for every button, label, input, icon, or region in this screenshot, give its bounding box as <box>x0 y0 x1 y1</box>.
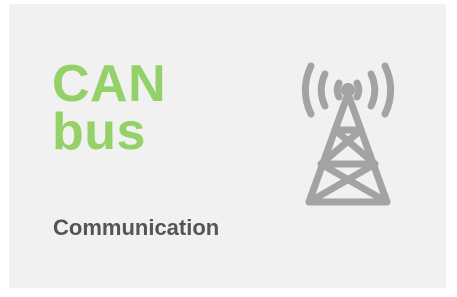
card-title-line-1: CAN <box>52 55 167 113</box>
signal-arc-middle-right <box>367 70 379 110</box>
signal-arc-outer-left <box>301 62 315 118</box>
signal-arc-inner-left <box>333 79 343 101</box>
radio-tower-icon <box>301 62 395 206</box>
card-title: CAN bus <box>52 55 167 161</box>
signal-arc-outer-right <box>381 62 395 118</box>
signal-arc-middle-left <box>317 70 329 110</box>
card-subtitle: Communication <box>53 215 220 240</box>
signal-arc-inner-right <box>353 79 363 101</box>
can-bus-card[interactable]: CAN bus Communication <box>9 4 446 288</box>
card-title-line-2: bus <box>52 103 146 161</box>
tower-legs <box>305 90 391 206</box>
